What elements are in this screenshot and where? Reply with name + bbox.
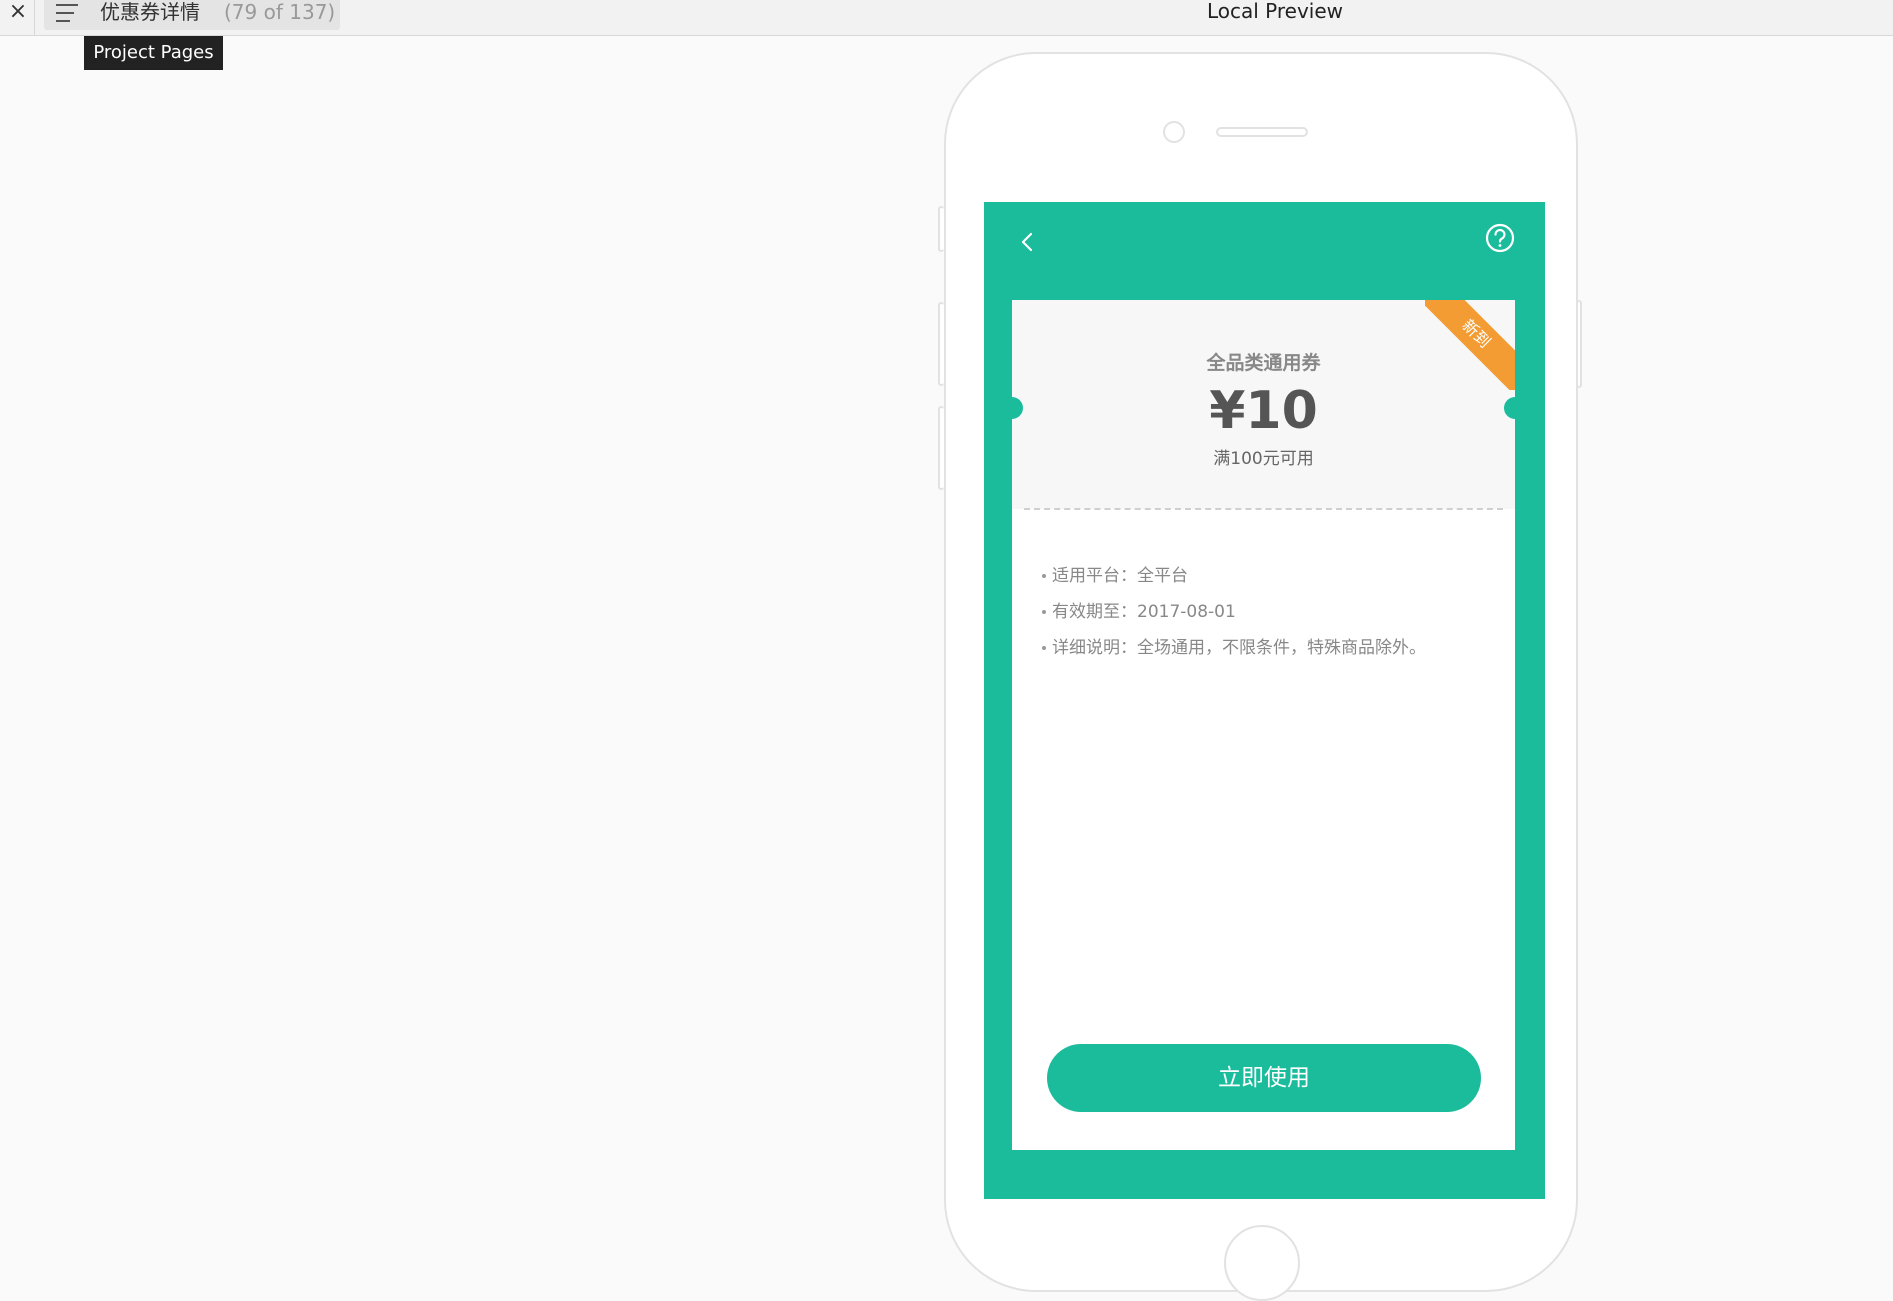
detail-item: 详细说明：全场通用，不限条件，特殊商品除外。 [1042, 630, 1492, 666]
new-ribbon: 新到 [1425, 300, 1515, 390]
phone-home-button [1224, 1225, 1300, 1301]
use-now-button[interactable]: 立即使用 [1047, 1044, 1481, 1112]
page-count: (79 of 137) [224, 0, 336, 24]
dashed-divider [1024, 508, 1503, 510]
question-circle-icon[interactable] [1484, 222, 1516, 254]
coupon-notch-right [1504, 397, 1526, 419]
coupon-condition: 满100元可用 [1213, 449, 1314, 469]
chevron-left-icon[interactable] [1016, 230, 1040, 254]
detail-text: 详细说明：全场通用，不限条件，特殊商品除外。 [1052, 638, 1426, 658]
coupon-notch-left [1001, 397, 1023, 419]
close-icon[interactable]: × [4, 0, 32, 36]
page-title: 优惠券详情 [100, 0, 200, 24]
detail-text: 适用平台：全平台 [1052, 566, 1188, 586]
coupon-header: 全品类通用券 ¥10 满100元可用 新到 [1012, 300, 1515, 509]
phone-screen: 全品类通用券 ¥10 满100元可用 新到 适用平台：全平台 有效期至：2017… [984, 202, 1545, 1199]
preview-title: Local Preview [1206, 0, 1344, 23]
divider [34, 0, 35, 36]
phone-camera [1163, 121, 1185, 143]
detail-item: 有效期至：2017-08-01 [1042, 594, 1492, 630]
coupon-card: 全品类通用券 ¥10 满100元可用 新到 适用平台：全平台 有效期至：2017… [1012, 300, 1515, 1150]
detail-text: 有效期至：2017-08-01 [1052, 602, 1236, 622]
phone-speaker [1216, 127, 1308, 137]
page-selector[interactable]: 优惠券详情 (79 of 137) [44, 0, 340, 30]
detail-item: 适用平台：全平台 [1042, 558, 1492, 594]
hamburger-icon [56, 4, 78, 24]
coupon-details: 适用平台：全平台 有效期至：2017-08-01 详细说明：全场通用，不限条件，… [1042, 558, 1492, 666]
top-bar: × 优惠券详情 (79 of 137) Local Preview [0, 0, 1893, 36]
ribbon-label: 新到 [1425, 300, 1515, 390]
tooltip-project-pages: Project Pages [84, 36, 223, 70]
